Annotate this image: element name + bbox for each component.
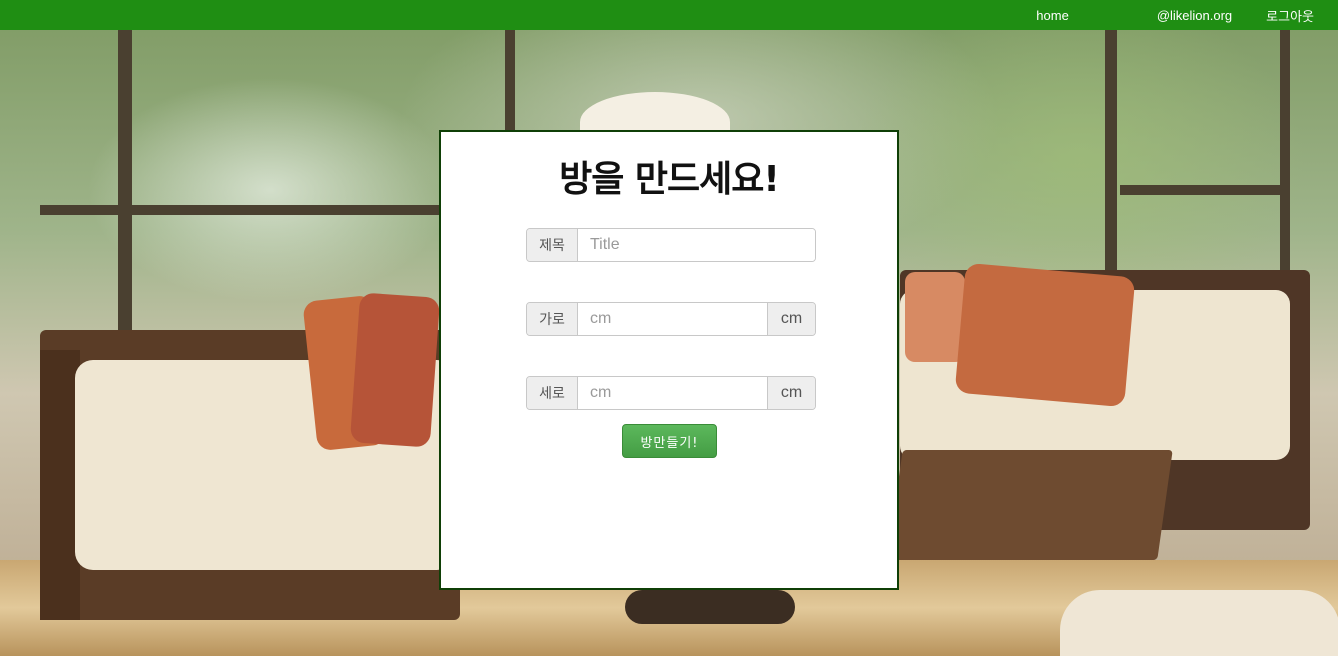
height-input[interactable] <box>578 377 767 409</box>
coffee-table <box>887 450 1173 560</box>
width-label: 가로 <box>527 303 578 335</box>
width-unit: cm <box>767 303 815 335</box>
height-input-group: 세로 cm <box>526 376 816 410</box>
nav-logout-link[interactable]: 로그아웃 <box>1266 6 1314 25</box>
window-frame <box>1120 185 1290 195</box>
stool <box>625 590 795 624</box>
cushion <box>954 262 1136 408</box>
top-navbar: home @likelion.org 로그아웃 <box>0 0 1338 30</box>
title-input-group: 제목 <box>526 228 816 262</box>
create-room-button[interactable]: 방만들기! <box>622 424 717 458</box>
create-room-panel: 방을 만드세요! 제목 가로 cm 세로 cm 방만들기! <box>439 130 899 590</box>
page-title: 방을 만드세요! <box>559 159 780 200</box>
cushion <box>905 272 965 362</box>
window-frame <box>1280 30 1290 280</box>
cushion <box>349 292 441 448</box>
floor-cushion <box>1060 590 1338 656</box>
width-input[interactable] <box>578 303 767 335</box>
title-input[interactable] <box>578 229 815 261</box>
width-input-group: 가로 cm <box>526 302 816 336</box>
nav-user-email[interactable]: @likelion.org <box>1157 8 1232 23</box>
height-unit: cm <box>767 377 815 409</box>
nav-home-link[interactable]: home <box>1036 8 1069 23</box>
window-frame <box>1105 30 1117 280</box>
title-label: 제목 <box>527 229 578 261</box>
nav-links: home @likelion.org 로그아웃 <box>1036 0 1338 30</box>
height-label: 세로 <box>527 377 578 409</box>
